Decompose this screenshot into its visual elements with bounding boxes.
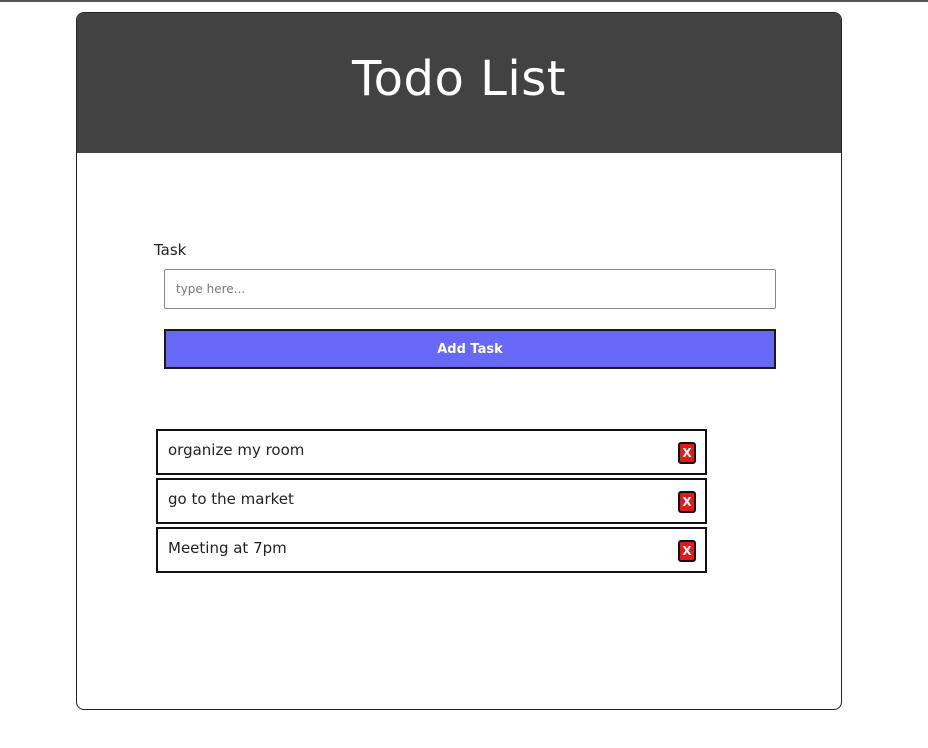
delete-task-button[interactable]: X — [678, 540, 696, 562]
add-task-button[interactable]: Add Task — [164, 329, 776, 369]
delete-task-button[interactable]: X — [678, 442, 696, 464]
todo-card: Todo List Task Add Task organize my room… — [76, 12, 842, 710]
task-label: Task — [154, 241, 187, 259]
task-text: organize my room — [168, 441, 305, 459]
delete-task-button[interactable]: X — [678, 491, 696, 513]
card-header: Todo List — [77, 13, 841, 153]
task-item: go to the market X — [156, 478, 707, 524]
task-text: go to the market — [168, 490, 294, 508]
task-input[interactable] — [164, 269, 776, 309]
top-divider — [0, 0, 928, 2]
task-text: Meeting at 7pm — [168, 539, 287, 557]
task-item: Meeting at 7pm X — [156, 527, 707, 573]
task-list: organize my room X go to the market X Me… — [156, 429, 707, 576]
task-item: organize my room X — [156, 429, 707, 475]
page-title: Todo List — [351, 51, 567, 107]
